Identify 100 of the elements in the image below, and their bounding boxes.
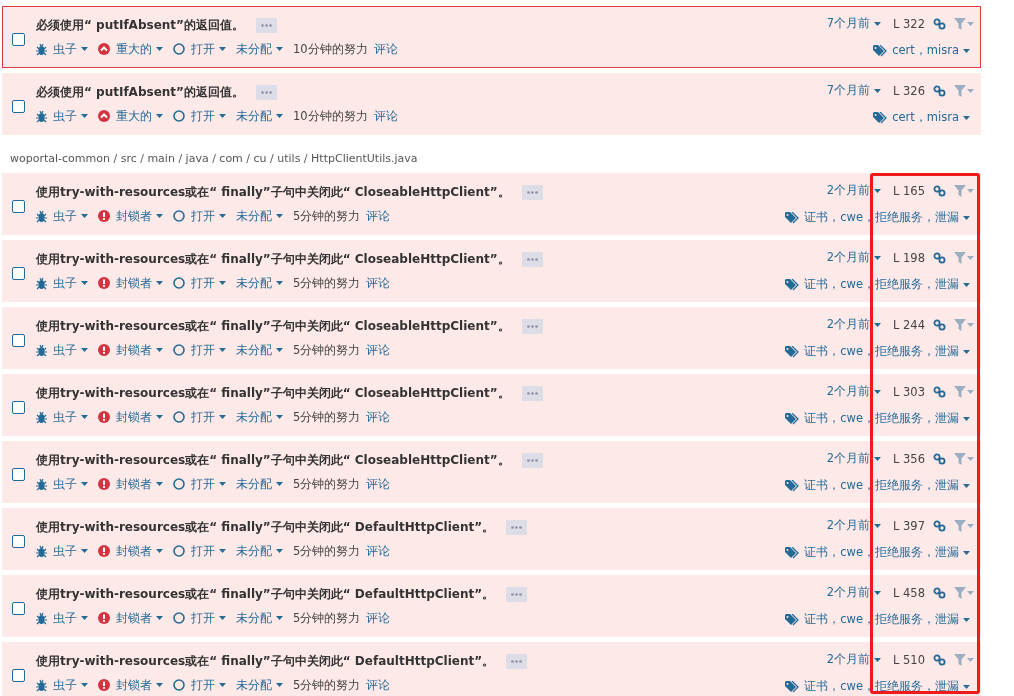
tags-dropdown[interactable]: 证书，cwe，拒绝服务，泄漏 bbox=[785, 411, 970, 426]
status-dropdown[interactable]: 打开 bbox=[191, 275, 226, 291]
comment-link[interactable]: 评论 bbox=[366, 610, 391, 626]
type-dropdown[interactable]: 虫子 bbox=[53, 543, 88, 559]
type-dropdown[interactable]: 虫子 bbox=[53, 409, 88, 425]
severity-dropdown[interactable]: 重大的 bbox=[116, 108, 163, 124]
comment-link[interactable]: 评论 bbox=[366, 409, 391, 425]
severity-dropdown[interactable]: 封锁者 bbox=[116, 409, 163, 425]
status-dropdown[interactable]: 打开 bbox=[191, 677, 226, 693]
permalink-button[interactable] bbox=[933, 184, 946, 197]
severity-dropdown[interactable]: 封锁者 bbox=[116, 610, 163, 626]
status-dropdown[interactable]: 打开 bbox=[191, 610, 226, 626]
severity-dropdown[interactable]: 重大的 bbox=[116, 41, 163, 57]
checkbox[interactable] bbox=[12, 601, 25, 615]
tags-dropdown[interactable]: 证书，cwe，拒绝服务，泄漏 bbox=[785, 679, 970, 694]
status-dropdown[interactable]: 打开 bbox=[191, 342, 226, 358]
tags-dropdown[interactable]: 证书，cwe，拒绝服务，泄漏 bbox=[785, 478, 970, 493]
severity-dropdown[interactable]: 封锁者 bbox=[116, 208, 163, 224]
age-dropdown[interactable]: 2个月前 bbox=[826, 317, 881, 332]
permalink-button[interactable] bbox=[933, 17, 946, 30]
severity-dropdown[interactable]: 封锁者 bbox=[116, 476, 163, 492]
status-dropdown[interactable]: 打开 bbox=[191, 208, 226, 224]
status-dropdown[interactable]: 打开 bbox=[191, 476, 226, 492]
issue-card[interactable]: 使用try-with-resources或在“ finally”子句中关闭此“ CloseableHttpClient”。 虫子 封锁者 打开 未分配 5分钟的努力 评论 2个月前 L 244 证书，cwe，拒绝服务，泄漏 bbox=[2, 307, 981, 369]
assignee-dropdown[interactable]: 未分配 bbox=[236, 208, 283, 224]
assignee-dropdown[interactable]: 未分配 bbox=[236, 108, 283, 124]
comment-link[interactable]: 评论 bbox=[366, 342, 391, 358]
tags-dropdown[interactable]: 证书，cwe，拒绝服务，泄漏 bbox=[785, 210, 970, 225]
tags-dropdown[interactable]: 证书，cwe，拒绝服务，泄漏 bbox=[785, 545, 970, 560]
status-dropdown[interactable]: 打开 bbox=[191, 108, 226, 124]
comment-link[interactable]: 评论 bbox=[373, 108, 398, 124]
issue-card[interactable]: 必须使用“ putIfAbsent”的返回值。 虫子 重大的 打开 未分配 10分钟的努力 评论 7个月前 L 322 cert，misra bbox=[2, 6, 981, 68]
status-dropdown[interactable]: 打开 bbox=[191, 409, 226, 425]
checkbox[interactable] bbox=[12, 99, 25, 113]
assignee-dropdown[interactable]: 未分配 bbox=[236, 275, 283, 291]
issue-card[interactable]: 使用try-with-resources或在“ finally”子句中关闭此“ CloseableHttpClient”。 虫子 封锁者 打开 未分配 5分钟的努力 评论 2个月前 L 303 证书，cwe，拒绝服务，泄漏 bbox=[2, 374, 981, 436]
severity-dropdown[interactable]: 封锁者 bbox=[116, 543, 163, 559]
checkbox[interactable] bbox=[12, 534, 25, 548]
checkbox[interactable] bbox=[12, 400, 25, 414]
comment-link[interactable]: 评论 bbox=[366, 275, 391, 291]
age-dropdown[interactable]: 2个月前 bbox=[826, 585, 881, 600]
assignee-dropdown[interactable]: 未分配 bbox=[236, 476, 283, 492]
type-dropdown[interactable]: 虫子 bbox=[53, 41, 88, 57]
issue-card[interactable]: 使用try-with-resources或在“ finally”子句中关闭此“ CloseableHttpClient”。 虫子 封锁者 打开 未分配 5分钟的努力 评论 2个月前 L 165 证书，cwe，拒绝服务，泄漏 bbox=[2, 173, 981, 235]
permalink-button[interactable] bbox=[933, 519, 946, 532]
tags-dropdown[interactable]: cert，misra bbox=[873, 110, 970, 125]
assignee-dropdown[interactable]: 未分配 bbox=[236, 409, 283, 425]
assignee-dropdown[interactable]: 未分配 bbox=[236, 342, 283, 358]
issue-card[interactable]: 使用try-with-resources或在“ finally”子句中关闭此“ DefaultHttpClient”。 虫子 封锁者 打开 未分配 5分钟的努力 评论 2个月前 L 397 证书，cwe，拒绝服务，泄漏 bbox=[2, 508, 981, 570]
issue-card[interactable]: 必须使用“ putIfAbsent”的返回值。 虫子 重大的 打开 未分配 10分钟的努力 评论 7个月前 L 326 cert，misra bbox=[2, 73, 981, 135]
age-dropdown[interactable]: 2个月前 bbox=[826, 250, 881, 265]
type-dropdown[interactable]: 虫子 bbox=[53, 108, 88, 124]
severity-dropdown[interactable]: 封锁者 bbox=[116, 677, 163, 693]
status-dropdown[interactable]: 打开 bbox=[191, 41, 226, 57]
assignee-dropdown[interactable]: 未分配 bbox=[236, 677, 283, 693]
permalink-button[interactable] bbox=[933, 653, 946, 666]
permalink-button[interactable] bbox=[933, 318, 946, 331]
issue-card[interactable]: 使用try-with-resources或在“ finally”子句中关闭此“ CloseableHttpClient”。 虫子 封锁者 打开 未分配 5分钟的努力 评论 2个月前 L 198 证书，cwe，拒绝服务，泄漏 bbox=[2, 240, 981, 302]
type-dropdown[interactable]: 虫子 bbox=[53, 677, 88, 693]
age-dropdown[interactable]: 7个月前 bbox=[826, 16, 881, 31]
permalink-button[interactable] bbox=[933, 385, 946, 398]
permalink-button[interactable] bbox=[933, 251, 946, 264]
issue-card[interactable]: 使用try-with-resources或在“ finally”子句中关闭此“ DefaultHttpClient”。 虫子 封锁者 打开 未分配 5分钟的努力 评论 2个月前 L 510 证书，cwe，拒绝服务，泄漏 bbox=[2, 642, 981, 696]
status-dropdown[interactable]: 打开 bbox=[191, 543, 226, 559]
type-dropdown[interactable]: 虫子 bbox=[53, 476, 88, 492]
comment-link[interactable]: 评论 bbox=[366, 476, 391, 492]
checkbox[interactable] bbox=[12, 333, 25, 347]
age-dropdown[interactable]: 2个月前 bbox=[826, 652, 881, 667]
assignee-dropdown[interactable]: 未分配 bbox=[236, 41, 283, 57]
comment-link[interactable]: 评论 bbox=[366, 677, 391, 693]
type-dropdown[interactable]: 虫子 bbox=[53, 342, 88, 358]
tags-dropdown[interactable]: 证书，cwe，拒绝服务，泄漏 bbox=[785, 612, 970, 627]
issue-card[interactable]: 使用try-with-resources或在“ finally”子句中关闭此“ CloseableHttpClient”。 虫子 封锁者 打开 未分配 5分钟的努力 评论 2个月前 L 356 证书，cwe，拒绝服务，泄漏 bbox=[2, 441, 981, 503]
permalink-button[interactable] bbox=[933, 452, 946, 465]
type-dropdown[interactable]: 虫子 bbox=[53, 610, 88, 626]
age-dropdown[interactable]: 2个月前 bbox=[826, 384, 881, 399]
age-dropdown[interactable]: 7个月前 bbox=[826, 83, 881, 98]
age-dropdown[interactable]: 2个月前 bbox=[826, 451, 881, 466]
type-dropdown[interactable]: 虫子 bbox=[53, 208, 88, 224]
comment-link[interactable]: 评论 bbox=[373, 41, 398, 57]
tags-dropdown[interactable]: cert，misra bbox=[873, 43, 970, 58]
comment-link[interactable]: 评论 bbox=[366, 208, 391, 224]
tags-dropdown[interactable]: 证书，cwe，拒绝服务，泄漏 bbox=[785, 344, 970, 359]
age-dropdown[interactable]: 2个月前 bbox=[826, 183, 881, 198]
severity-dropdown[interactable]: 封锁者 bbox=[116, 342, 163, 358]
checkbox[interactable] bbox=[12, 467, 25, 481]
tags-dropdown[interactable]: 证书，cwe，拒绝服务，泄漏 bbox=[785, 277, 970, 292]
checkbox[interactable] bbox=[12, 32, 25, 46]
assignee-dropdown[interactable]: 未分配 bbox=[236, 543, 283, 559]
type-dropdown[interactable]: 虫子 bbox=[53, 275, 88, 291]
assignee-dropdown[interactable]: 未分配 bbox=[236, 610, 283, 626]
permalink-button[interactable] bbox=[933, 84, 946, 97]
issue-card[interactable]: 使用try-with-resources或在“ finally”子句中关闭此“ DefaultHttpClient”。 虫子 封锁者 打开 未分配 5分钟的努力 评论 2个月前 L 458 证书，cwe，拒绝服务，泄漏 bbox=[2, 575, 981, 637]
age-dropdown[interactable]: 2个月前 bbox=[826, 518, 881, 533]
checkbox[interactable] bbox=[12, 668, 25, 682]
checkbox[interactable] bbox=[12, 266, 25, 280]
comment-link[interactable]: 评论 bbox=[366, 543, 391, 559]
permalink-button[interactable] bbox=[933, 586, 946, 599]
checkbox[interactable] bbox=[12, 199, 25, 213]
severity-dropdown[interactable]: 封锁者 bbox=[116, 275, 163, 291]
